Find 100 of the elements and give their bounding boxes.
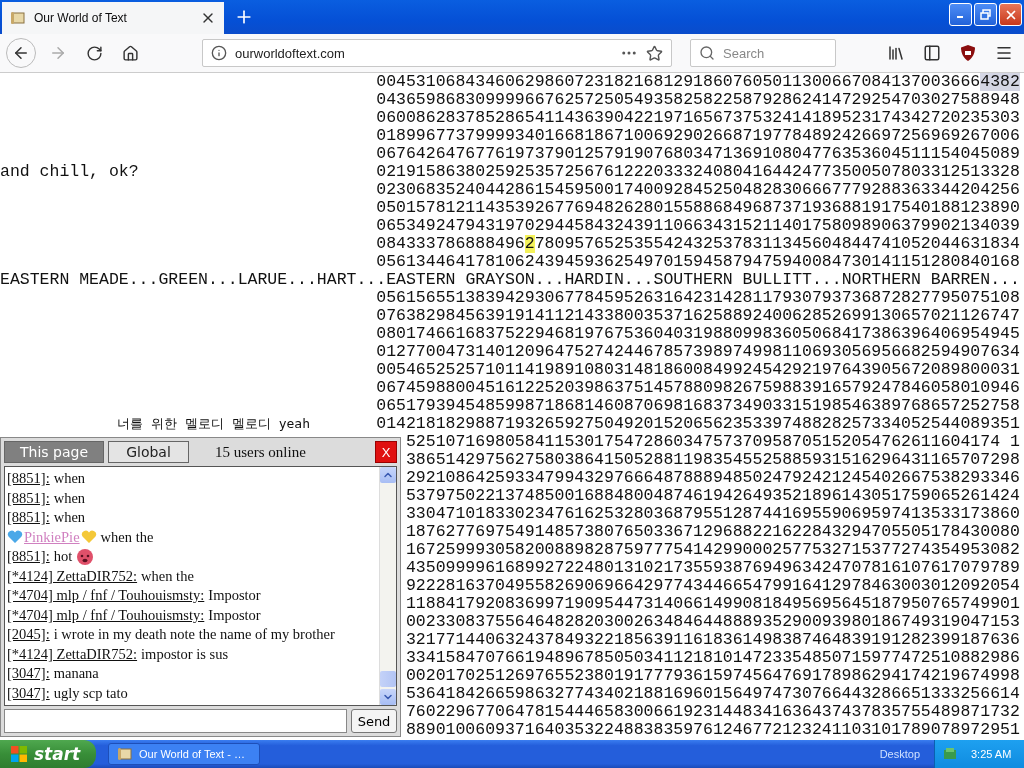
message-text: when the [141, 567, 194, 585]
digit-line: 084333786888496 [376, 235, 525, 253]
digit-line: 53641842665986327743402188169601564974730766443286651333256614 [405, 685, 1020, 703]
address-bar[interactable]: ourworldoftext.com [202, 39, 672, 67]
clock: 3:25 AM [971, 748, 1012, 760]
sidebar-icon [923, 44, 941, 62]
digit-line: 53797502213748500168848004874619426493521896143051759065261424 [405, 487, 1020, 505]
minimize-button[interactable] [949, 3, 972, 26]
username-link[interactable]: [3047]: [7, 684, 50, 702]
message-text: when [53, 470, 86, 488]
digit-line: 33415847076619489678505034112181014723354850715977472510882986 [405, 649, 1020, 667]
browser-tab[interactable]: Our World of Text [2, 2, 224, 34]
digit-line: 01899677379999340166818671006929026687197784892426697256969267006 [376, 127, 1020, 145]
scroll-down-button[interactable] [380, 689, 396, 705]
message-text: i wrote in my death note the name of my brother [53, 626, 335, 644]
message-text: Impostor [208, 606, 261, 624]
heart-icon [80, 530, 97, 545]
digit-line: 06745988004516122520398637514578809826759883916579247846058010946 [376, 379, 1020, 397]
scroll-icon [10, 11, 26, 25]
scroll-thumb[interactable] [380, 671, 396, 687]
info-icon [211, 45, 227, 61]
message-input[interactable] [4, 709, 347, 733]
home-icon [121, 44, 139, 62]
heart-icon [7, 530, 23, 545]
reload-icon [85, 44, 103, 62]
message-text: Impostor [208, 587, 261, 605]
menu-icon [995, 44, 1013, 62]
digit-line: 01421818298871932659275049201520656235339748828257334052544089351 [376, 415, 1020, 433]
message-text: when the [100, 528, 154, 546]
digit-line: 16725999305820088982875977754142990002577532715377274354953082 [405, 541, 1020, 559]
digit-line: 00233083755646482820300263484644888935290093980186749319047153 [405, 613, 1020, 631]
digit-line: 76022967706478154446583006619231448341636437437835755489871732 [405, 703, 1020, 721]
digit-line: 01277004731401209647527424467857398974998110693056956682594907634 [376, 343, 1020, 361]
desktop-toolbar-label[interactable]: Desktop [879, 748, 920, 760]
digit-line: 07638298456391914112143380035371625889240062852699130657021126747 [376, 307, 1020, 325]
start-button[interactable]: start [0, 740, 96, 768]
digit-line: 00201702512697655238019177793615974564769178986294174219674998 [405, 667, 1020, 685]
digit-line: 06517939454859987186814608706981683734903315198546389768657252758 [376, 397, 1020, 415]
library-icon [887, 44, 905, 62]
username-link[interactable]: [*4124] ZettaDIR752: [7, 645, 138, 663]
search-icon [699, 45, 715, 61]
forward-arrow-icon [49, 44, 67, 62]
text-line: and chill, ok? [0, 163, 139, 181]
chat-tab[interactable]: This page [4, 441, 104, 463]
digit-line: 05615655138394293067784595263164231428117930793736872827795075108 [376, 289, 1020, 307]
digit-line: 38651429756275803864150528811983545525885931516296431165707298 [405, 451, 1020, 469]
message-text: when [53, 489, 86, 507]
restore-icon [980, 9, 991, 20]
digit-line: 32177144063243784932218563911618361498387464839191282399187636 [405, 631, 1020, 649]
digit-line: 06008628378528654114363904221971656737532414189523174342720235303 [376, 109, 1020, 127]
message-text: manana [53, 665, 99, 683]
username-link[interactable]: [*4704] mlp / fnf / Touhouismsty: [7, 587, 205, 605]
digit-line: 08017466168375229468197675360403198809983605068417386396406954945 [376, 325, 1020, 343]
message-text: hot [53, 548, 73, 566]
text-line: 너를 위한 멜로디 멜로디 yeah [117, 415, 310, 433]
digit-line: 00546525257101141989108031481860084992454292197643905672089800031 [376, 361, 1020, 379]
digit-line: 02191586380259253572567612220333240804164424773500507803312513328 [376, 163, 1020, 181]
highlighted-digits: 4382 [980, 73, 1020, 91]
face-emoji-icon [76, 547, 95, 566]
digit-line: 88901006093716403532248838359761246772123241103101789078972951 [405, 721, 1020, 739]
message-text: when [53, 509, 86, 527]
digit-line: 43509999616899272248013102173559387694963424707816107617079789 [405, 559, 1020, 577]
digit-line: 06764264767761973790125791907680347136910804776353604511154045089 [376, 145, 1020, 163]
username-link[interactable]: [8851]: [7, 470, 50, 488]
search-input[interactable]: Search [721, 44, 825, 62]
message-text: impostor is sus [141, 645, 229, 663]
digit-line: 18762776975491485738076503367129688221622843294705505178430080 [405, 523, 1020, 541]
taskbar-window-button[interactable]: Our World of Text - … [108, 743, 260, 765]
digit-line: 06534924794319702944584324391106634315211401758098906379902134039 [376, 217, 1020, 235]
close-button[interactable] [999, 3, 1022, 26]
windows-logo-icon [10, 745, 28, 763]
search-field[interactable]: Search [690, 39, 836, 67]
digit-line: 05613446417810624394593625497015945879475940084730141151280840168 [376, 253, 1020, 271]
digit-line: 05015781211435392677694826280155886849687371936881917540188123890 [376, 199, 1020, 217]
digit-line: 11884179208369971909544731406614990818495695645187950765749901 [405, 595, 1020, 613]
bookmark-star-icon[interactable] [646, 44, 663, 62]
scrollbar[interactable] [379, 467, 396, 705]
username-link[interactable]: [8851]: [7, 548, 50, 566]
restore-button[interactable] [974, 3, 997, 26]
send-button[interactable]: Send [351, 709, 397, 733]
highlighted-digits: 2 [524, 235, 535, 253]
message-text: ugly scp tato [53, 684, 128, 702]
digit-line: 29210864259334799432976664878889485024792421245402667538293346 [405, 469, 1020, 487]
digit-line: 33047101833023476162532803687955128744169559069597413533173860 [405, 505, 1020, 523]
username-link[interactable]: [8851]: [7, 489, 50, 507]
username-link[interactable]: [*4704] mlp / fnf / Touhouismsty: [7, 606, 205, 624]
username-link[interactable]: [2045]: [7, 626, 50, 644]
text-line: EASTERN MEADE...GREEN...LARUE...HART...EASTERN GRAYSON...HARDIN...SOUTHERN BULLITT...NORTHERN BARREN... [0, 271, 1021, 289]
username-link[interactable]: [3047]: [7, 665, 50, 683]
username-link[interactable]: [8851]: [7, 509, 50, 527]
digit-line: 7809576525355424325378311345604844741052044631834 [534, 235, 1020, 253]
digit-line: 525107169805841153017547286034757370958705152054762611604174 1 [405, 433, 1020, 451]
scroll-up-button[interactable] [380, 467, 396, 483]
tab-title: Our World of Text [34, 11, 128, 25]
shield-icon [959, 44, 977, 62]
digit-line: 04365986830999966762572505493582582258792862414729254703027588948 [376, 91, 1020, 109]
digit-line: 92228163704955826906966429774344665479916412978463003012092054 [405, 577, 1020, 595]
username-link[interactable]: [*4124] ZettaDIR752: [7, 567, 138, 585]
close-button[interactable]: X [375, 441, 397, 463]
chat-tab[interactable]: Global [108, 441, 189, 463]
